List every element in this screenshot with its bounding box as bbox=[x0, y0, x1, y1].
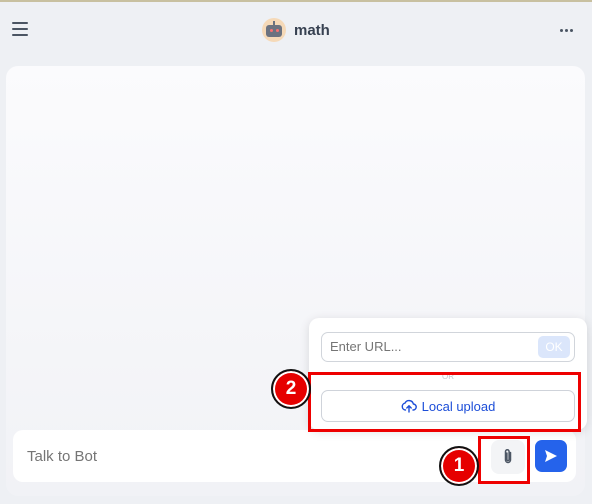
url-input[interactable] bbox=[330, 339, 530, 354]
local-upload-label: Local upload bbox=[421, 398, 496, 414]
chat-title: math bbox=[262, 18, 330, 42]
bot-name: math bbox=[294, 21, 330, 39]
paperclip-icon bbox=[504, 448, 512, 464]
attach-button[interactable] bbox=[491, 440, 525, 474]
url-ok-button[interactable]: OK bbox=[538, 336, 570, 358]
or-divider: OR bbox=[442, 372, 454, 381]
annotation-badge-1: 1 bbox=[439, 446, 479, 486]
send-button[interactable] bbox=[535, 440, 567, 472]
send-arrow-icon bbox=[545, 450, 557, 462]
message-input[interactable] bbox=[27, 448, 427, 465]
chat-header: math bbox=[0, 2, 592, 58]
upload-popup: OK OR Local upload bbox=[309, 318, 587, 430]
robot-avatar-icon bbox=[262, 18, 286, 42]
message-composer bbox=[13, 430, 576, 482]
more-options-icon[interactable] bbox=[560, 29, 573, 32]
local-upload-button[interactable]: Local upload bbox=[321, 390, 575, 422]
annotation-badge-2: 2 bbox=[271, 369, 311, 409]
url-field: OK bbox=[321, 332, 575, 362]
hamburger-menu-icon[interactable] bbox=[12, 22, 28, 36]
cloud-upload-icon bbox=[401, 399, 417, 413]
